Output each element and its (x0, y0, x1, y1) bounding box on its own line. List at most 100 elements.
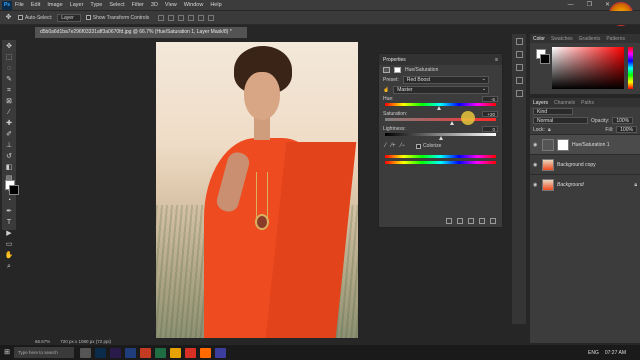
hue-slider-thumb[interactable] (437, 106, 442, 110)
menu-file[interactable]: File (15, 2, 24, 8)
menu-3d[interactable]: 3D (151, 2, 158, 8)
eye-icon[interactable]: ◉ (533, 162, 539, 168)
dodge-icon[interactable]: ◔ (5, 197, 14, 205)
eye-icon[interactable]: ◉ (533, 142, 539, 148)
powerpoint-taskbar-icon[interactable] (140, 347, 151, 358)
document-tab[interactable]: d5b0a6d1ba7e296f03331aff3a0670fd.jpg @ 6… (35, 27, 247, 38)
preset-dropdown[interactable]: Red Boost (402, 76, 489, 84)
layer-row[interactable]: ◉ Background 🔒︎ (530, 174, 640, 194)
blend-mode-dropdown[interactable]: Normal (533, 117, 588, 124)
reset-icon[interactable] (468, 218, 474, 224)
hue-saturation-icon[interactable] (383, 67, 390, 73)
language-indicator[interactable]: ENG (588, 350, 599, 356)
quick-select-icon[interactable]: ✎ (5, 76, 14, 84)
menu-edit[interactable]: Edit (31, 2, 40, 8)
eyedropper-icon[interactable]: ⁄ (385, 143, 386, 149)
align-left-icon[interactable] (158, 14, 165, 21)
saturation-slider-thumb[interactable] (449, 121, 454, 125)
hue-value-input[interactable]: -5 (482, 95, 498, 102)
layer-mask-icon[interactable] (394, 67, 401, 73)
tab-patterns[interactable]: Patterns (606, 36, 625, 42)
excel-taskbar-icon[interactable] (155, 347, 166, 358)
photoshop-taskbar-icon[interactable] (95, 347, 106, 358)
adjustments-panel-icon[interactable] (515, 51, 523, 58)
layer-row[interactable]: ◉ Hue/Saturation 1 (530, 134, 640, 154)
history-brush-icon[interactable]: ↺ (5, 153, 14, 161)
opacity-input[interactable]: 100% (612, 117, 634, 124)
tab-layers[interactable]: Layers (533, 100, 548, 106)
clip-to-layer-icon[interactable] (446, 218, 452, 224)
firefox-taskbar-icon[interactable] (200, 347, 211, 358)
minimize-icon[interactable]: — (568, 0, 574, 10)
premiere-taskbar-icon[interactable] (110, 347, 121, 358)
taskbar-search[interactable]: Type here to search (14, 347, 74, 358)
eye-icon[interactable]: ◉ (533, 182, 539, 188)
align-right-icon[interactable] (178, 14, 185, 21)
shape-icon[interactable]: ▭ (5, 241, 14, 249)
maximize-icon[interactable]: ❐ (587, 0, 592, 10)
stamp-icon[interactable]: ⊥ (5, 142, 14, 150)
menu-window[interactable]: Window (184, 2, 204, 8)
paragraph-panel-icon[interactable] (515, 90, 523, 97)
menu-view[interactable]: View (165, 2, 177, 8)
panel-menu-icon[interactable]: ≡ (495, 57, 498, 63)
tab-channels[interactable]: Channels (554, 100, 575, 106)
properties-panel-icon[interactable] (515, 77, 523, 84)
lock-icon[interactable]: 🔒︎ (548, 127, 551, 133)
eyedropper-icon[interactable]: ⁄ (5, 109, 14, 117)
type-icon[interactable]: T (5, 219, 14, 227)
tab-paths[interactable]: Paths (581, 100, 594, 106)
eraser-icon[interactable]: ◧ (5, 164, 14, 172)
layer-row[interactable]: ◉ Background copy (530, 154, 640, 174)
view-previous-icon[interactable] (457, 218, 463, 224)
show-transform-checkbox[interactable]: Show Transform Controls (85, 15, 149, 21)
align-top-icon[interactable] (188, 14, 195, 21)
chrome-taskbar-icon[interactable] (185, 347, 196, 358)
move-tool-icon[interactable]: ✥ (4, 14, 13, 22)
align-middle-icon[interactable] (198, 14, 205, 21)
zoom-icon[interactable]: ⌕ (5, 263, 14, 271)
hand-icon[interactable]: ✋ (5, 252, 14, 260)
visibility-icon[interactable] (479, 218, 485, 224)
document-canvas[interactable] (156, 42, 358, 338)
fill-input[interactable]: 100% (616, 126, 637, 133)
color-picker-field[interactable] (552, 47, 624, 89)
align-center-icon[interactable] (168, 14, 175, 21)
clock[interactable]: 07:27 AM (605, 350, 626, 356)
task-view-icon[interactable] (80, 347, 91, 358)
word-taskbar-icon[interactable] (125, 347, 136, 358)
color-background-swatch[interactable] (540, 54, 550, 64)
history-panel-icon[interactable] (515, 38, 523, 45)
tab-color[interactable]: Color (533, 36, 545, 42)
brush-icon[interactable]: ✐ (5, 131, 14, 139)
tab-swatches[interactable]: Swatches (551, 36, 573, 42)
lightness-slider-thumb[interactable] (438, 136, 443, 140)
pen-icon[interactable]: ✒ (5, 208, 14, 216)
mask-thumbnail[interactable] (557, 138, 569, 151)
path-select-icon[interactable]: ▶ (5, 230, 14, 238)
eyedropper-add-icon[interactable]: ⁄+ (391, 143, 396, 149)
color-hue-bar[interactable] (628, 47, 633, 89)
colorize-checkbox[interactable]: Colorize (416, 143, 441, 149)
move-icon[interactable]: ✥ (5, 43, 14, 51)
delete-icon[interactable] (490, 218, 496, 224)
folder-taskbar-icon[interactable] (170, 347, 181, 358)
windows-start-icon[interactable]: ⊞ (0, 345, 14, 360)
libraries-panel-icon[interactable] (515, 64, 523, 71)
menu-image[interactable]: Image (47, 2, 62, 8)
auto-select-checkbox[interactable]: Auto-Select: (18, 15, 52, 21)
lightness-value-input[interactable]: 0 (482, 125, 498, 132)
crop-icon[interactable]: ⌗ (5, 87, 14, 95)
menu-layer[interactable]: Layer (70, 2, 84, 8)
align-bottom-icon[interactable] (208, 14, 215, 21)
healing-icon[interactable]: ✚ (5, 120, 14, 128)
targeted-adjustment-icon[interactable]: ☝ (383, 87, 389, 93)
saturation-slider[interactable] (385, 118, 496, 125)
eyedropper-subtract-icon[interactable]: ⁄− (401, 143, 406, 149)
saturation-value-input[interactable]: +20 (482, 110, 498, 117)
lasso-icon[interactable]: ◌ (5, 65, 14, 73)
hue-slider[interactable] (385, 103, 496, 110)
frame-icon[interactable]: ⊠ (5, 98, 14, 106)
photoshop-logo[interactable]: Ps (2, 0, 12, 10)
channel-dropdown[interactable]: Master (393, 86, 490, 94)
